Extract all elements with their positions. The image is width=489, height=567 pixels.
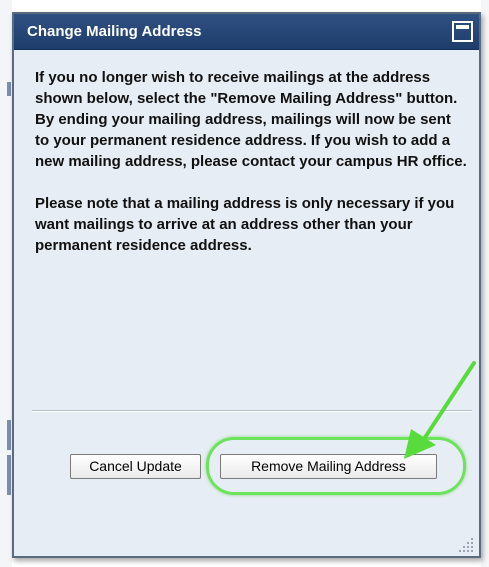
background-right-edge bbox=[481, 0, 489, 567]
page: Change Mailing Address If you no longer … bbox=[0, 0, 489, 567]
annotation-arrow-icon bbox=[404, 361, 476, 459]
resize-grip-icon[interactable] bbox=[459, 536, 475, 552]
background-marker bbox=[7, 82, 11, 96]
background-marker bbox=[7, 420, 11, 450]
note-paragraph: Please note that a mailing address is on… bbox=[35, 195, 455, 254]
maximize-icon[interactable] bbox=[452, 21, 473, 42]
dialog-titlebar: Change Mailing Address bbox=[14, 14, 479, 50]
background-left-edge bbox=[0, 0, 12, 567]
cancel-update-button[interactable]: Cancel Update bbox=[70, 454, 201, 479]
maximize-icon-bar bbox=[456, 25, 469, 29]
dialog-title: Change Mailing Address bbox=[27, 23, 202, 40]
dialog-message: If you no longer wish to receive mailing… bbox=[35, 67, 467, 256]
change-mailing-address-dialog: Change Mailing Address If you no longer … bbox=[12, 12, 481, 558]
background-marker bbox=[7, 455, 11, 495]
instructions-paragraph: If you no longer wish to receive mailing… bbox=[35, 69, 467, 170]
